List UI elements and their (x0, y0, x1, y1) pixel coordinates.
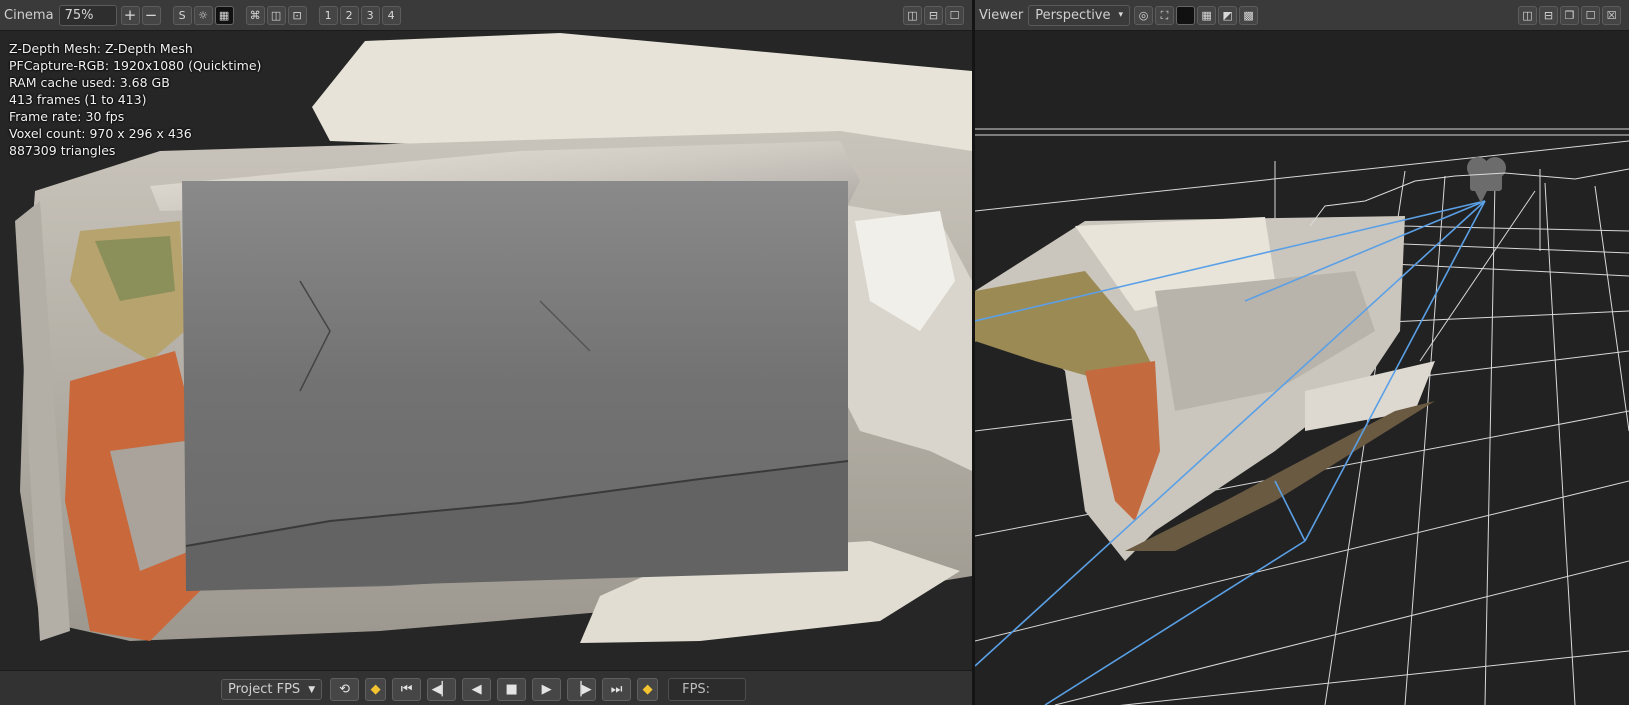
info-overlay: Z-Depth Mesh: Z-Depth Mesh PFCapture-RGB… (9, 40, 261, 159)
mask-icon[interactable]: ◫ (266, 5, 286, 25)
go-end-icon[interactable]: ⏭ (602, 678, 632, 701)
play-icon[interactable]: ▶ (532, 678, 562, 701)
split-vertical-icon[interactable]: ◫ (903, 6, 922, 25)
projection-select[interactable]: Perspective ▾ (1028, 4, 1131, 26)
info-line: Z-Depth Mesh: Z-Depth Mesh (9, 41, 193, 56)
info-line: PFCapture-RGB: 1920x1080 (Quicktime) (9, 58, 262, 73)
lock-icon[interactable]: ⊡ (287, 5, 307, 25)
cinema-viewport[interactable]: Z-Depth Mesh: Z-Depth Mesh PFCapture-RGB… (0, 31, 972, 670)
viewer-toolbar: Viewer Perspective ▾ ◎ ⛶ ▦ ◩ ▩ ◫ ⊟ ❐ ☐ ☒ (975, 0, 1629, 31)
float-window-icon[interactable]: ❐ (1560, 6, 1579, 25)
transport-bar: Project FPS ▼ ⟲ ◆ ⏮ ◀▏ ◀ ■ ▶ ▕▶ ⏭ ◆ FPS: (0, 670, 972, 705)
info-line: 413 frames (1 to 413) (9, 92, 147, 107)
next-key-icon[interactable]: ◆ (637, 678, 659, 701)
play-back-icon[interactable]: ◀ (462, 678, 492, 701)
background-toggle-icon[interactable] (1176, 5, 1196, 25)
cinema-toolbar: Cinema 75% + − S ☼ ▦ ⌘ ◫ ⊡ 1 2 3 4 ◫ ⊟ ☐ (0, 0, 972, 31)
channel-2-button[interactable]: 2 (339, 5, 359, 25)
prev-key-icon[interactable]: ◆ (365, 678, 387, 701)
info-line: Frame rate: 30 fps (9, 109, 125, 124)
channel-1-button[interactable]: 1 (318, 5, 338, 25)
stop-icon[interactable]: ■ (497, 678, 527, 701)
channel-4-button[interactable]: 4 (381, 5, 401, 25)
overlay-icon[interactable]: ⌘ (245, 5, 265, 25)
projection-label: Perspective (1035, 7, 1111, 23)
fit-view-icon[interactable]: ⛶ (1155, 5, 1175, 25)
info-line: Voxel count: 970 x 296 x 436 (9, 126, 192, 141)
exposure-icon[interactable]: ☼ (193, 5, 213, 25)
maximize-icon[interactable]: ☐ (1581, 6, 1600, 25)
maximize-icon[interactable]: ☐ (945, 6, 964, 25)
fps-readout: FPS: (668, 678, 747, 701)
split-vertical-icon[interactable]: ◫ (1518, 6, 1537, 25)
close-icon[interactable]: ☒ (1602, 6, 1621, 25)
split-horizontal-icon[interactable]: ⊟ (1539, 6, 1558, 25)
chevron-down-icon: ▾ (1118, 10, 1124, 20)
cinema-panel: Cinema 75% + − S ☼ ▦ ⌘ ◫ ⊡ 1 2 3 4 ◫ ⊟ ☐ (0, 0, 972, 705)
info-line: 887309 triangles (9, 143, 116, 158)
orbit-icon[interactable]: ◎ (1134, 5, 1154, 25)
camera-icon (1467, 157, 1506, 203)
loop-icon[interactable]: ⟲ (330, 678, 360, 701)
viewer-title: Viewer (979, 7, 1024, 23)
grid-icon[interactable]: ▦ (1197, 5, 1217, 25)
go-start-icon[interactable]: ⏮ (392, 678, 422, 701)
fps-mode-select[interactable]: Project FPS ▼ (221, 679, 323, 700)
shading-icon[interactable]: ◩ (1218, 5, 1238, 25)
cinema-title: Cinema (4, 7, 54, 23)
wireframe-icon[interactable]: ▩ (1239, 5, 1259, 25)
background-toggle-icon[interactable]: ▦ (214, 5, 234, 25)
viewer-scene (975, 128, 1629, 705)
step-forward-icon[interactable]: ▕▶ (567, 678, 597, 701)
step-back-icon[interactable]: ◀▏ (427, 678, 457, 701)
info-line: RAM cache used: 3.68 GB (9, 75, 170, 90)
mode-s-button[interactable]: S (172, 5, 192, 25)
fps-mode-label: Project FPS (228, 682, 301, 697)
split-horizontal-icon[interactable]: ⊟ (924, 6, 943, 25)
zoom-out-button[interactable]: − (141, 5, 161, 25)
zoom-field[interactable]: 75% (58, 4, 117, 26)
viewer-viewport[interactable] (975, 31, 1629, 705)
viewer-panel: Viewer Perspective ▾ ◎ ⛶ ▦ ◩ ▩ ◫ ⊟ ❐ ☐ ☒ (975, 0, 1629, 705)
channel-3-button[interactable]: 3 (360, 5, 380, 25)
chevron-down-icon: ▼ (308, 684, 316, 695)
zoom-in-button[interactable]: + (120, 5, 140, 25)
